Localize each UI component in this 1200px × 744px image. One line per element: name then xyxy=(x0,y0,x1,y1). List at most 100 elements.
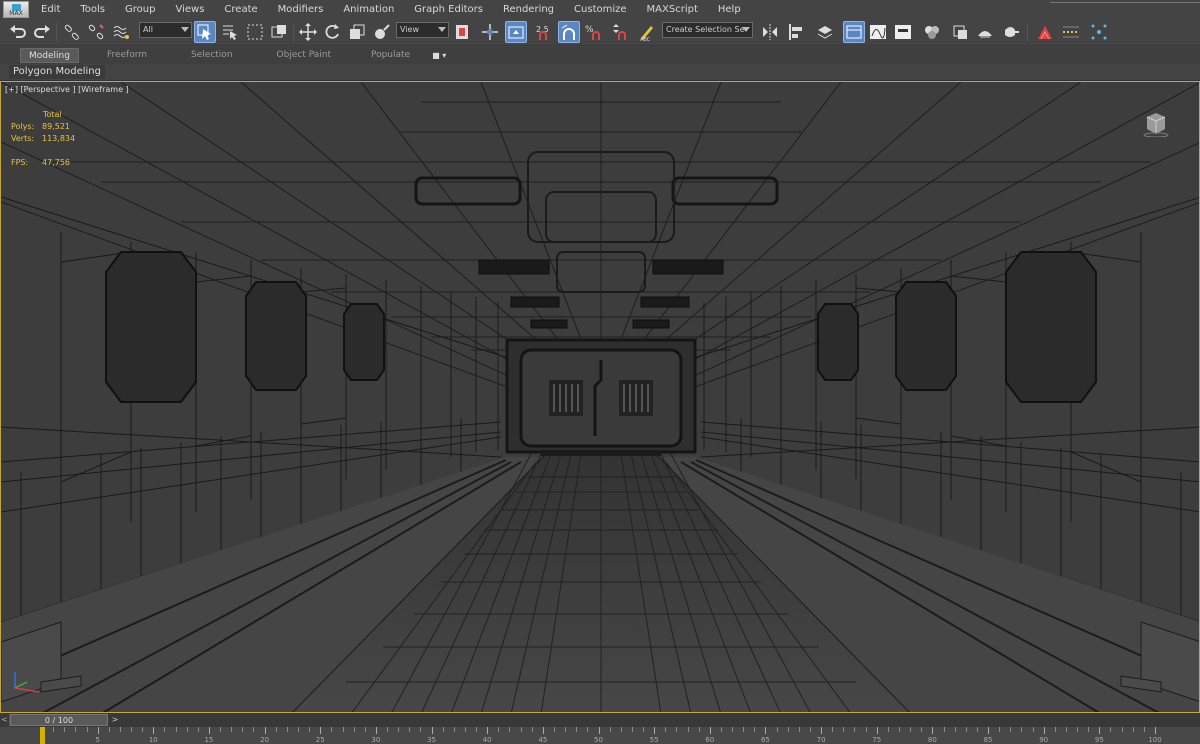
polys-value: 89,521 xyxy=(42,122,70,131)
ruler-tick xyxy=(709,727,711,734)
select-by-name-icon[interactable] xyxy=(219,21,241,43)
ruler-tick xyxy=(242,727,244,732)
time-prev-arrow[interactable]: < xyxy=(0,713,10,727)
menu-customize[interactable]: Customize xyxy=(565,0,638,18)
select-place-icon[interactable] xyxy=(371,21,393,43)
material-editor-icon[interactable] xyxy=(921,21,943,43)
ruler-tick xyxy=(676,727,678,732)
stats-header: Total xyxy=(43,110,62,119)
menu-create[interactable]: Create xyxy=(215,0,268,18)
ruler-tick xyxy=(498,727,500,732)
ruler-label: 15 xyxy=(204,736,214,744)
spinner-snap-icon[interactable] xyxy=(608,21,630,43)
tab-object-paint[interactable]: Object Paint xyxy=(269,48,339,63)
menu-animation[interactable]: Animation xyxy=(334,0,405,18)
ruler-tick xyxy=(865,727,867,732)
scale-icon[interactable] xyxy=(346,21,368,43)
bind-spacewarp-icon[interactable] xyxy=(110,21,132,43)
pivot-center-icon[interactable] xyxy=(451,21,473,43)
app-logo[interactable]: MAX xyxy=(0,0,32,18)
ruler-label: 40 xyxy=(482,736,492,744)
polygon-modeling-panel-title[interactable]: Polygon Modeling xyxy=(9,65,105,79)
viewport-label[interactable]: [+] [Perspective ] [Wireframe ] xyxy=(5,85,129,94)
tab-populate[interactable]: Populate xyxy=(363,48,418,63)
ruler-tick xyxy=(420,727,422,732)
time-slider[interactable]: 0 / 100 xyxy=(10,714,108,726)
ruler-tick xyxy=(164,727,166,732)
ruler-tick xyxy=(765,727,767,734)
time-next-arrow[interactable]: > xyxy=(109,713,121,727)
sketchup-tools-icon[interactable] xyxy=(1034,21,1056,43)
ruler-tick xyxy=(988,727,990,734)
link-icon[interactable] xyxy=(61,21,83,43)
select-manipulate-icon[interactable] xyxy=(479,21,501,43)
ruler-tick xyxy=(921,727,923,732)
ruler-label: 75 xyxy=(872,736,882,744)
ruler-tick xyxy=(153,727,155,734)
menu-graph-editors[interactable]: Graph Editors xyxy=(405,0,494,18)
align-icon[interactable] xyxy=(785,21,807,43)
move-icon[interactable] xyxy=(297,21,319,43)
edit-named-selection-icon[interactable]: ABC xyxy=(636,21,658,43)
curve-editor-icon[interactable] xyxy=(867,21,889,43)
polys-label: Polys: xyxy=(11,122,35,131)
time-cursor[interactable] xyxy=(40,727,45,744)
menu-views[interactable]: Views xyxy=(166,0,215,18)
track-bar[interactable]: 5 10 15 20 25 30 35 40 45 50 55 60 65 70 75 80 85 90 95 100 xyxy=(0,727,1200,744)
rotate-icon[interactable] xyxy=(321,21,343,43)
ruler-tick xyxy=(1010,727,1012,732)
scene-explorer-icon[interactable] xyxy=(843,21,865,43)
window-crossing-icon[interactable] xyxy=(268,21,290,43)
ruler-tick xyxy=(1065,727,1067,732)
menu-rendering[interactable]: Rendering xyxy=(494,0,565,18)
tab-selection[interactable]: Selection xyxy=(183,48,240,63)
selection-filter-dropdown[interactable]: All xyxy=(139,22,192,38)
reference-coordinate-dropdown[interactable]: View xyxy=(396,22,449,38)
mirror-icon[interactable] xyxy=(759,21,781,43)
ruler-tick xyxy=(1121,727,1123,732)
ruler-tick xyxy=(743,727,745,732)
axis-gizmo-icon xyxy=(7,668,47,696)
angle-snap-icon[interactable] xyxy=(558,21,580,43)
render-production-icon[interactable] xyxy=(1000,21,1022,43)
ribbon-minimize-icon[interactable]: ■ ▾ xyxy=(432,51,446,60)
menu-maxscript[interactable]: MAXScript xyxy=(638,0,709,18)
redo-icon[interactable] xyxy=(31,21,53,43)
vertex-snap-icon[interactable] xyxy=(1088,21,1110,43)
ruler-tick xyxy=(220,727,222,732)
tab-modeling[interactable]: Modeling xyxy=(20,48,79,63)
menu-group[interactable]: Group xyxy=(116,0,166,18)
menu-modifiers[interactable]: Modifiers xyxy=(269,0,335,18)
ruler-tick xyxy=(231,727,233,732)
ruler-label: 10 xyxy=(148,736,158,744)
select-object-icon[interactable] xyxy=(194,21,216,43)
percent-snap-icon[interactable]: % xyxy=(583,21,605,43)
ruler-tick xyxy=(297,727,299,732)
ruler-label: 30 xyxy=(371,736,381,744)
ruler-tick xyxy=(275,727,277,732)
ruler-tick xyxy=(665,727,667,732)
ruler-tick xyxy=(965,727,967,732)
menu-help[interactable]: Help xyxy=(709,0,752,18)
rendered-frame-window-icon[interactable] xyxy=(974,21,996,43)
menu-tools[interactable]: Tools xyxy=(71,0,116,18)
undo-icon[interactable] xyxy=(7,21,29,43)
named-selection-set-input[interactable]: Create Selection Se xyxy=(662,22,753,38)
rect-selection-icon[interactable] xyxy=(244,21,266,43)
layer-manager-icon[interactable] xyxy=(814,21,836,43)
keyboard-shortcut-override-icon[interactable] xyxy=(505,21,527,43)
snap-toggle-icon[interactable]: 2.5 xyxy=(533,21,555,43)
viewport-statistics: Total Polys: 89,521 Verts: 113,834 FPS: 47,… xyxy=(11,109,75,169)
viewcube-icon[interactable] xyxy=(1143,111,1169,138)
render-setup-icon[interactable] xyxy=(949,21,971,43)
menu-edit[interactable]: Edit xyxy=(32,0,71,18)
schematic-view-icon[interactable] xyxy=(892,21,914,43)
ribbon-tab-bar: Modeling Freeform Selection Object Paint… xyxy=(0,47,1200,64)
grid-spacing-icon[interactable] xyxy=(1060,21,1082,43)
ruler-tick xyxy=(53,727,55,732)
perspective-viewport[interactable]: [+] [Perspective ] [Wireframe ] Total Po… xyxy=(0,81,1200,713)
ruler-tick xyxy=(1054,727,1056,732)
ruler-label: 60 xyxy=(705,736,715,744)
unlink-icon[interactable] xyxy=(85,21,107,43)
tab-freeform[interactable]: Freeform xyxy=(99,48,155,63)
